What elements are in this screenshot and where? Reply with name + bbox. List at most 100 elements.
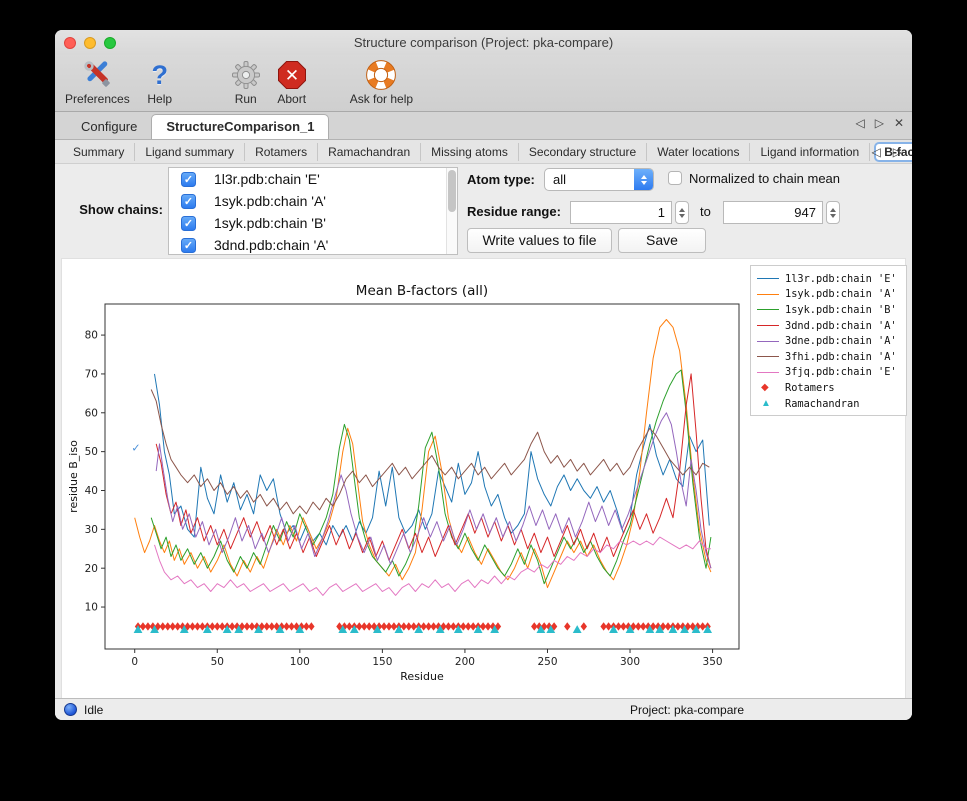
svg-text:250: 250 [537,656,557,668]
chain-list-item[interactable]: ✓1syk.pdb:chain 'A' [169,190,457,212]
legend-line-swatch [757,278,779,279]
subtab-ligand-information[interactable]: Ligand information [750,143,870,161]
chain-label: 3dnd.pdb:chain 'A' [214,237,328,253]
normalized-checkbox[interactable] [668,171,682,185]
subtab-ligand-summary[interactable]: Ligand summary [135,143,245,161]
svg-text:20: 20 [85,563,98,575]
subtab-missing-atoms[interactable]: Missing atoms [421,143,519,161]
tab-structurecomparison_1[interactable]: StructureComparison_1 [151,114,329,139]
subtab-water-locations[interactable]: Water locations [647,143,750,161]
range-to-stepper[interactable] [826,201,840,224]
chain-checkbox[interactable]: ✓ [181,238,196,253]
help-button[interactable]: ?Help [144,59,176,106]
legend-label: 3dnd.pdb:chain 'A' [785,320,897,332]
chart-legend: 1l3r.pdb:chain 'E' 1syk.pdb:chain 'A' 1syk… [750,265,907,416]
legend-label: 1syk.pdb:chain 'A' [785,288,897,300]
svg-text:70: 70 [85,369,98,381]
legend-line-swatch [757,294,779,295]
legend-entry: 1syk.pdb:chain 'A' [757,287,900,303]
tab-close-icon[interactable]: ✕ [894,116,904,130]
question-icon: ? [144,59,176,91]
legend-label: 1syk.pdb:chain 'B' [785,304,897,316]
ask-for-help-button[interactable]: Ask for help [350,59,413,106]
run-button[interactable]: Run [230,59,262,106]
status-bar: Idle Project: pka-compare [55,698,912,720]
chain-list-item[interactable]: ✓ 3dnd.pdb:chain 'A' [169,234,457,255]
legend-entry: 1l3r.pdb:chain 'E' [757,271,900,287]
range-to-label: to [700,204,711,219]
preferences-button[interactable]: Preferences [65,59,130,106]
atom-type-select[interactable]: all [544,168,654,191]
toolbar: Preferences ?Help Run ✕Abort Ask for help [55,55,912,112]
legend-entry: 3dne.pdb:chain 'A' [757,333,900,349]
app-window: Structure comparison (Project: pka-compa… [55,30,912,720]
subtab-rotamers[interactable]: Rotamers [245,143,318,161]
chain-checkbox[interactable]: ✓ [181,194,196,209]
svg-text:350: 350 [703,656,723,668]
chain-list-item[interactable]: ✓1syk.pdb:chain 'B' [169,212,457,234]
abort-icon: ✕ [276,59,308,91]
residue-range-label: Residue range: [467,204,561,219]
title-bar[interactable]: Structure comparison (Project: pka-compa… [55,30,912,55]
controls-panel: Show chains: ✓1l3r.pdb:chain 'E'✓1syk.pd… [55,164,912,258]
tab-prev-icon[interactable]: ◁ [855,116,864,130]
range-to-input[interactable]: 947 [723,201,823,224]
range-from-stepper[interactable] [675,201,689,224]
abort-button[interactable]: ✕Abort [276,59,308,106]
tab-configure[interactable]: Configure [67,115,151,139]
window-tab-bar: ConfigureStructureComparison_1 ◁ ▷ ✕ [55,112,912,140]
svg-text:200: 200 [455,656,475,668]
zoom-window-button[interactable] [104,37,116,49]
atom-type-label: Atom type: [467,172,535,187]
svg-text:0: 0 [131,656,138,668]
svg-text:30: 30 [85,524,98,536]
write-values-button[interactable]: Write values to file [467,228,612,253]
scrollbar-thumb[interactable] [448,170,456,212]
chain-checkbox[interactable]: ✓ [181,172,196,187]
legend-label: 1l3r.pdb:chain 'E' [785,273,897,285]
legend-entry: ◆Rotamers [757,380,900,396]
toolbar-item-label: Run [235,92,257,106]
legend-line-swatch [757,372,779,373]
y-axis-label: residue B_iso [67,440,80,513]
svg-text:60: 60 [85,407,98,419]
subtab-ramachandran[interactable]: Ramachandran [318,143,421,161]
chain-list[interactable]: ✓1l3r.pdb:chain 'E'✓1syk.pdb:chain 'A'✓1… [168,167,458,255]
legend-line-swatch [757,341,779,342]
subtab-secondary-structure[interactable]: Secondary structure [519,143,647,161]
select-stepper-icon [634,169,653,190]
legend-entry: 3fhi.pdb:chain 'A' [757,349,900,365]
minimize-window-button[interactable] [84,37,96,49]
close-window-button[interactable] [64,37,76,49]
svg-text:✕: ✕ [285,66,299,86]
chain-list-scrollbar[interactable] [446,168,457,254]
legend-line-swatch [757,309,779,310]
legend-entry: 1syk.pdb:chain 'B' [757,302,900,318]
chain-checkbox[interactable]: ✓ [181,216,196,231]
svg-text:50: 50 [211,656,224,668]
subtab-next-icon[interactable]: ▷ [893,145,902,159]
project-label: Project: pka-compare [630,703,744,717]
toolbar-item-label: Ask for help [350,92,413,106]
svg-text:300: 300 [620,656,640,668]
svg-text:50: 50 [85,446,98,458]
lifesaver-icon [365,59,397,91]
legend-line-swatch [757,356,779,357]
tools-icon [81,59,113,91]
status-text: Idle [84,703,103,717]
atom-type-value: all [545,172,634,187]
subtab-bar: SummaryLigand summaryRotamersRamachandra… [55,140,912,164]
chain-list-item[interactable]: ✓1l3r.pdb:chain 'E' [169,168,457,190]
save-image-button[interactable]: Save image [618,228,706,253]
subtab-prev-icon[interactable]: ◁ [872,145,881,159]
subtab-summary[interactable]: Summary [63,143,135,161]
show-chains-label: Show chains: [63,202,163,217]
x-axis-label: Residue [400,670,444,683]
legend-label: 3dne.pdb:chain 'A' [785,335,897,347]
traffic-lights [64,37,116,49]
tab-next-icon[interactable]: ▷ [875,116,884,130]
range-from-input[interactable]: 1 [570,201,672,224]
bfactor-plot: Mean B-factors (all)05010015020025030035… [66,273,746,685]
legend-label: 3fhi.pdb:chain 'A' [785,351,897,363]
toolbar-item-label: Preferences [65,92,130,106]
